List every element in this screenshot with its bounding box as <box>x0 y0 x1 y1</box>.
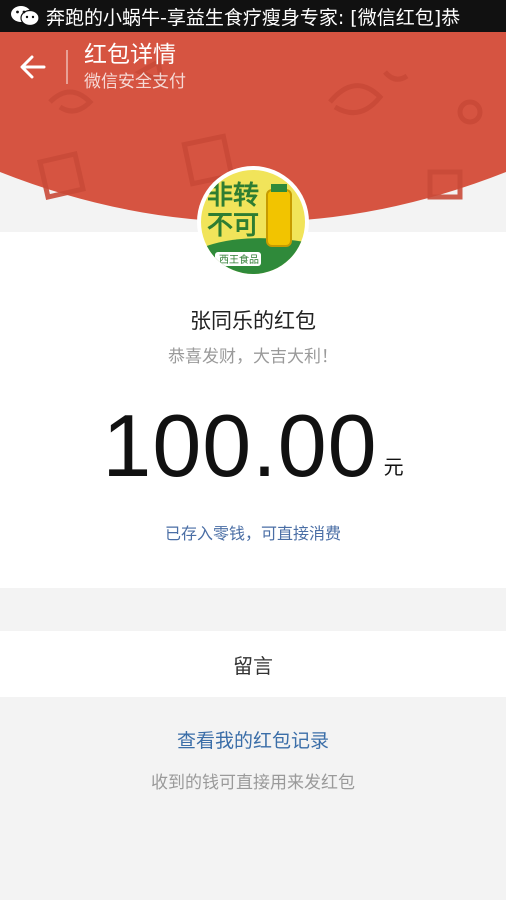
toolbar: 红包详情 微信安全支付 <box>0 32 506 102</box>
amount-unit: 元 <box>383 455 404 479</box>
back-arrow-icon <box>20 55 46 79</box>
avatar-text-bottom: 不可 <box>207 211 259 241</box>
page-subtitle: 微信安全支付 <box>84 72 186 92</box>
page-title: 红包详情 <box>84 42 176 68</box>
amount-display: 100.00 元 <box>0 398 506 494</box>
message-row[interactable]: 留言 <box>0 631 506 697</box>
blessing-text: 恭喜发财，大吉大利！ <box>168 347 338 367</box>
status-link[interactable]: 已存入零钱，可直接消费 <box>0 520 506 544</box>
amount-value: 100.00 <box>102 396 378 495</box>
avatar-text-top: 非转 <box>207 181 259 211</box>
avatar-brand: 西王食品 <box>219 253 259 266</box>
avatar[interactable]: 非转 不可 西王食品 <box>197 166 309 278</box>
wechat-icon <box>10 5 40 27</box>
hint-text: 收到的钱可直接用来发红包 <box>151 773 355 793</box>
toolbar-divider <box>66 50 68 84</box>
message-label: 留言 <box>233 653 273 678</box>
sender-name: 张同乐的红包 <box>190 309 316 333</box>
notification-bar[interactable]: 奔跑的小蜗牛-享益生食疗瘦身专家: [微信红包]恭 <box>0 0 506 32</box>
back-button[interactable] <box>0 32 66 102</box>
records-link[interactable]: 查看我的红包记录 <box>0 726 506 753</box>
notification-text: 奔跑的小蜗牛-享益生食疗瘦身专家: [微信红包]恭 <box>46 6 461 29</box>
